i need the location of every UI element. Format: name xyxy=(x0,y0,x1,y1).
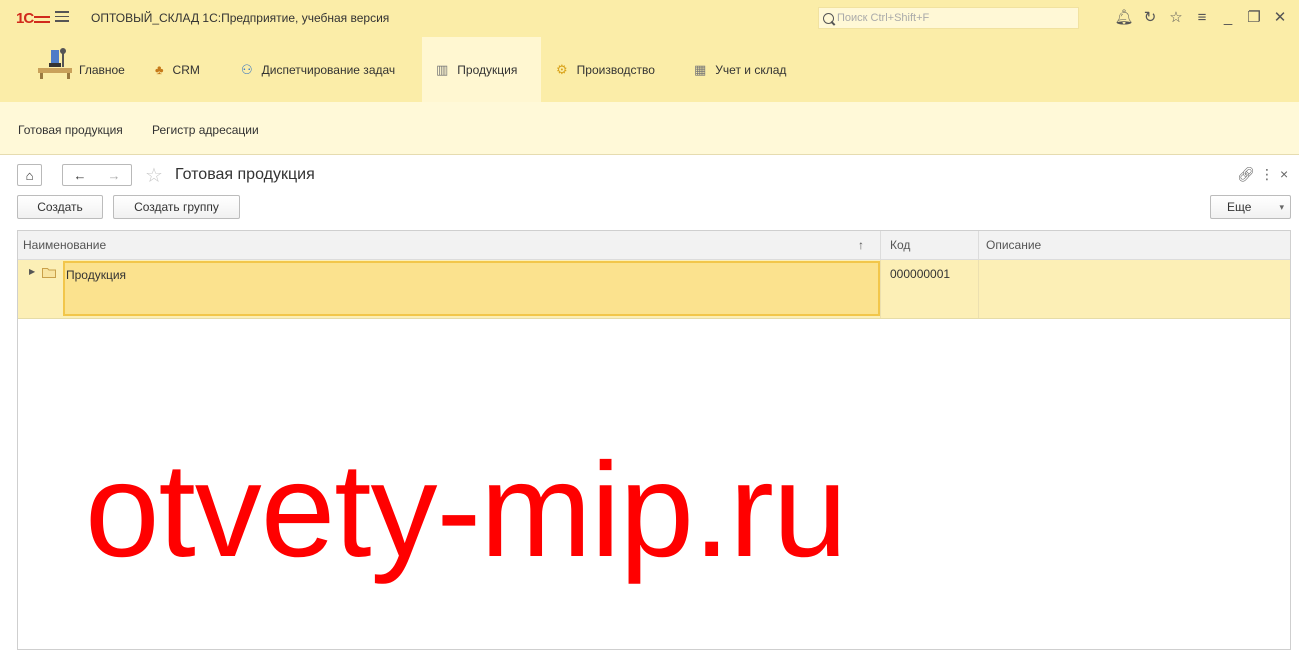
more-button[interactable]: Еще ▾ xyxy=(1210,195,1291,219)
1c-logo: 1С xyxy=(16,10,51,27)
section-warehouse[interactable]: ▦ Учет и склад xyxy=(694,37,804,102)
row-name: Продукция xyxy=(66,268,127,282)
table-header: Наименование ↑ Код Описание xyxy=(18,231,1290,260)
title-bar: 1С ОПТОВЫЙ_СКЛАД 1С:Предприятие, учебная… xyxy=(0,0,1299,37)
back-icon[interactable]: ← xyxy=(74,168,87,183)
create-group-button[interactable]: Создать группу xyxy=(113,195,240,219)
section-label: Главное xyxy=(79,62,125,77)
settings-menu-icon[interactable]: ≡ xyxy=(1189,9,1215,27)
column-header-code[interactable]: Код xyxy=(885,231,978,259)
dispatch-icon: ⚇ xyxy=(241,61,253,77)
forward-icon[interactable]: → xyxy=(108,168,121,183)
home-button[interactable]: ⌂ xyxy=(17,164,42,186)
app-title: ОПТОВЫЙ_СКЛАД 1С:Предприятие, учебная ве… xyxy=(91,11,390,25)
nav-finished-products[interactable]: Готовая продукция xyxy=(18,123,123,137)
folder-icon xyxy=(42,268,56,278)
watermark-text: otvety-mip.ru xyxy=(85,436,847,585)
section-label: Учет и склад xyxy=(715,62,787,77)
section-main[interactable]: Главное xyxy=(18,37,128,102)
section-label: CRM xyxy=(172,62,200,77)
bell-icon[interactable]: 🔔︎ xyxy=(1111,9,1137,27)
restore-icon[interactable]: ❐ xyxy=(1241,9,1267,27)
section-label: Производство xyxy=(576,62,655,77)
table-row[interactable]: ▶ Продукция 000000001 xyxy=(18,260,1290,319)
column-header-description[interactable]: Описание xyxy=(981,231,1281,259)
history-icon[interactable]: ↻ xyxy=(1137,9,1163,27)
favorite-star-icon[interactable]: ☆ xyxy=(145,163,163,188)
selected-cell[interactable]: Продукция xyxy=(63,261,880,316)
nav-arrows: ← → xyxy=(62,164,132,186)
logo-text: 1С xyxy=(16,10,34,27)
main-menu-icon[interactable] xyxy=(55,8,69,22)
column-label: Наименование xyxy=(23,238,107,252)
form-title: Готовая продукция xyxy=(175,166,315,183)
minimize-icon[interactable]: _ xyxy=(1215,9,1241,27)
create-button[interactable]: Создать xyxy=(17,195,103,219)
table-icon: ▥ xyxy=(436,61,449,77)
section-crm[interactable]: ♣ CRM xyxy=(155,37,225,102)
section-products[interactable]: ▥ Продукция xyxy=(422,37,541,102)
close-window-icon[interactable]: ✕ xyxy=(1267,9,1293,27)
favorites-star-icon[interactable]: ☆ xyxy=(1163,9,1189,27)
link-icon[interactable]: 🔗︎ xyxy=(1237,166,1255,183)
search-box[interactable] xyxy=(818,7,1079,29)
section-panel: Главное ♣ CRM ⚇ Диспетчирование задач ▥ … xyxy=(0,37,1299,103)
grid-icon: ▦ xyxy=(694,61,707,77)
people-icon: ♣ xyxy=(155,62,164,77)
close-form-icon[interactable]: × xyxy=(1280,166,1288,182)
search-input[interactable] xyxy=(837,12,1067,24)
chevron-down-icon: ▾ xyxy=(1279,201,1284,212)
row-code: 000000001 xyxy=(890,267,951,281)
sort-arrow-icon: ↑ xyxy=(858,238,864,252)
production-icon: ⚙ xyxy=(556,61,568,77)
section-commands: Готовая продукция Регистр адресации xyxy=(0,102,1299,155)
section-production[interactable]: ⚙ Производство xyxy=(556,37,676,102)
logo-bars-icon xyxy=(34,15,51,23)
search-icon xyxy=(823,12,834,24)
home-icon: ⌂ xyxy=(25,167,34,183)
column-header-name[interactable]: Наименование ↑ xyxy=(18,231,880,259)
section-label: Продукция xyxy=(457,62,518,77)
desk-icon xyxy=(38,48,72,79)
expand-arrow-icon[interactable]: ▶ xyxy=(29,267,35,276)
nav-address-register[interactable]: Регистр адресации xyxy=(152,123,259,137)
titlebar-actions: 🔔︎ ↻ ☆ ≡ _ ❐ ✕ xyxy=(1111,9,1293,27)
section-label: Диспетчирование задач xyxy=(261,62,396,77)
more-actions-icon[interactable]: ⋮ xyxy=(1260,166,1274,183)
section-dispatch[interactable]: ⚇ Диспетчирование задач xyxy=(241,37,421,102)
more-label: Еще xyxy=(1227,200,1252,214)
